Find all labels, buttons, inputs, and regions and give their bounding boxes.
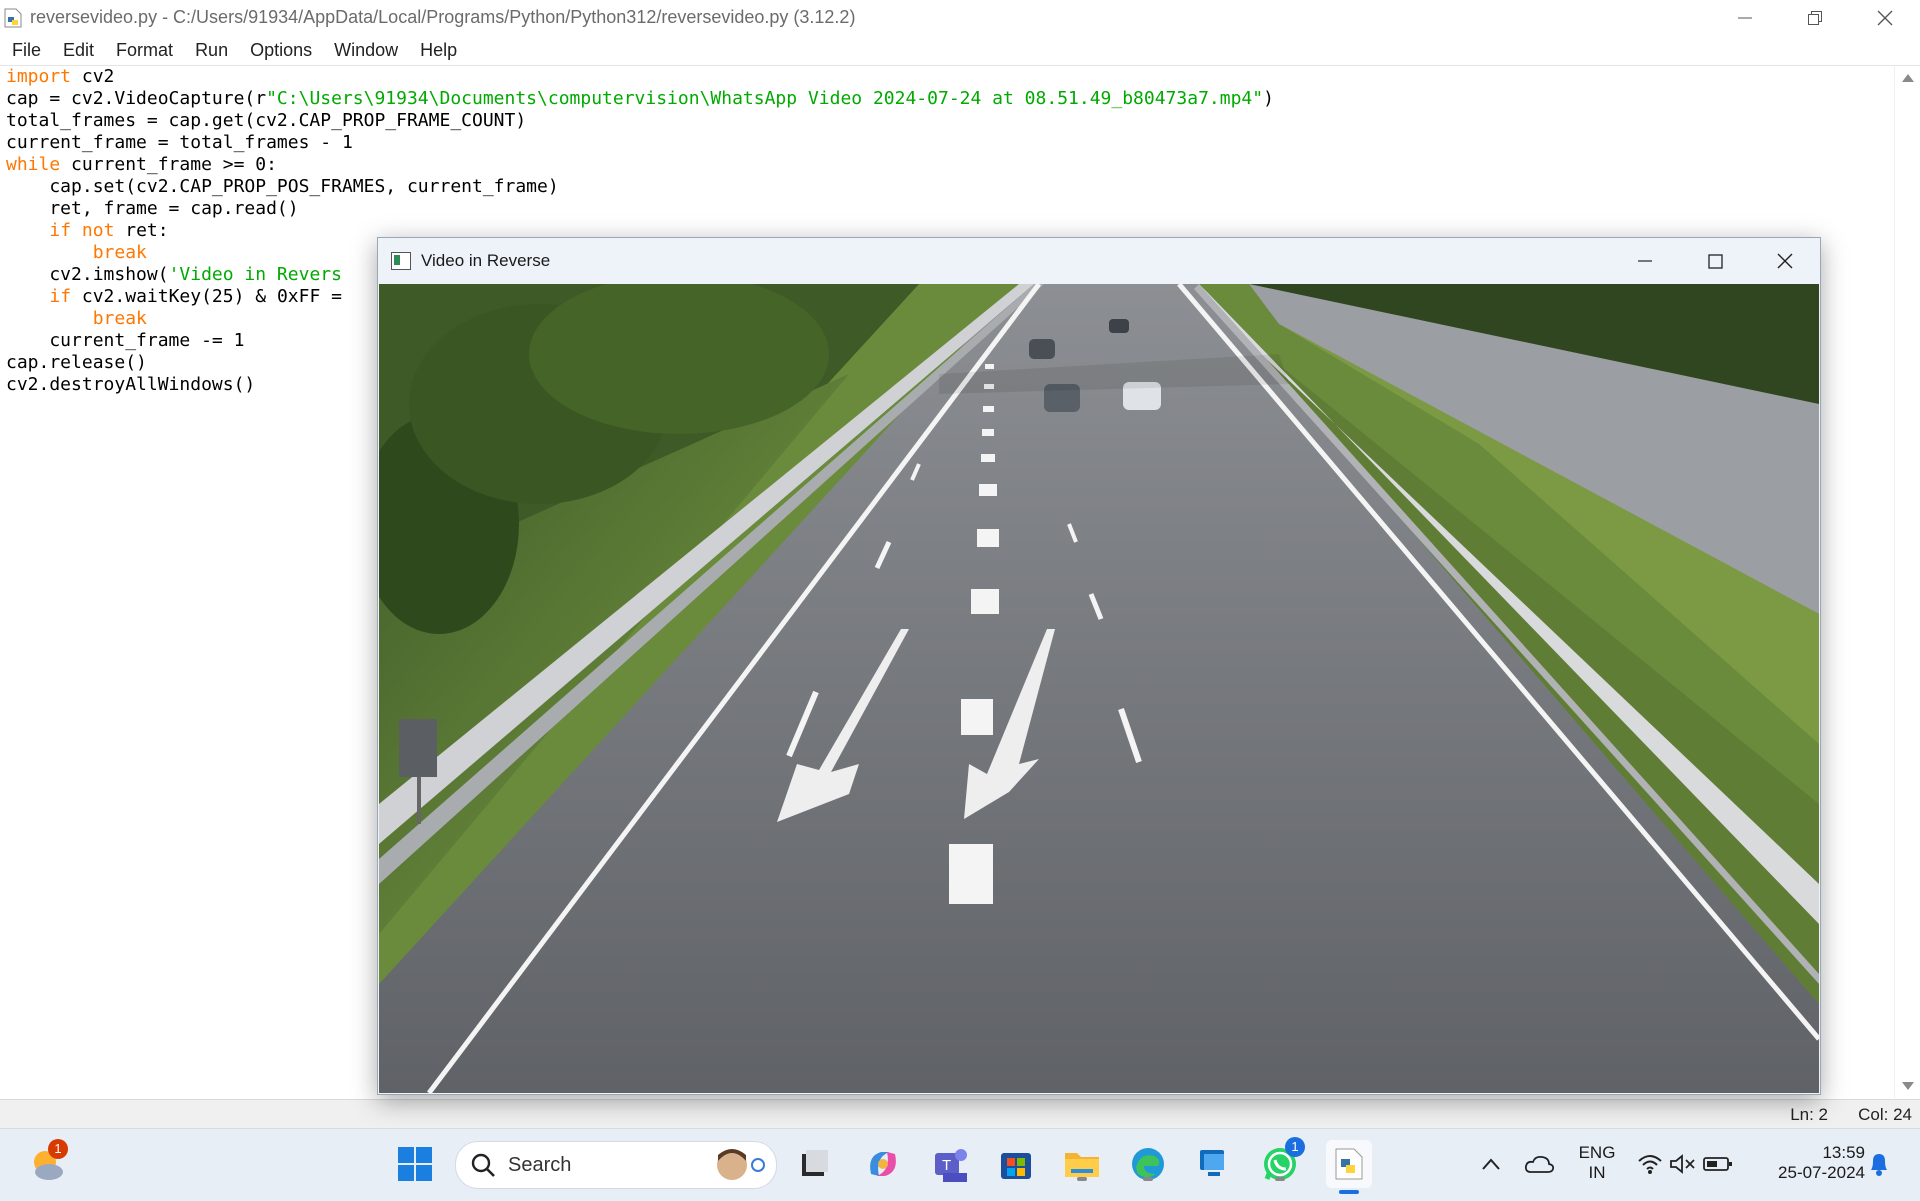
teams-button[interactable]: T xyxy=(928,1143,970,1185)
video-maximize-button[interactable] xyxy=(1680,238,1750,284)
language-code: ENG xyxy=(1578,1143,1616,1162)
minimize-button[interactable] xyxy=(1710,0,1780,35)
status-column: Col: 24 xyxy=(1858,1105,1912,1124)
taskbar-search-box[interactable]: Search xyxy=(455,1141,777,1189)
search-highlight-icon xyxy=(717,1149,765,1180)
python-file-icon xyxy=(4,8,22,28)
video-close-button[interactable] xyxy=(1750,238,1820,284)
clock-time: 13:59 xyxy=(1822,1143,1865,1162)
status-line: Ln: 2 xyxy=(1790,1105,1828,1124)
menu-options[interactable]: Options xyxy=(239,40,323,61)
menu-bar: File Edit Format Run Options Window Help xyxy=(0,35,1920,66)
edge-button[interactable] xyxy=(1127,1143,1169,1185)
code-line: cv2.destroyAllWindows() xyxy=(6,374,256,395)
copilot-icon xyxy=(870,1152,896,1176)
maximize-icon xyxy=(1707,253,1723,269)
clock[interactable]: 13:59 25-07-2024 xyxy=(1755,1143,1865,1183)
clock-date: 25-07-2024 xyxy=(1778,1163,1865,1182)
code-line: while current_frame >= 0: xyxy=(6,154,277,175)
folder-icon xyxy=(1065,1153,1099,1177)
taskbar: 1 Search T 1 ENG IN 13:59 25-07-2024 xyxy=(0,1128,1920,1201)
restore-icon xyxy=(1808,10,1822,25)
remote-app-button[interactable] xyxy=(1193,1143,1235,1185)
onedrive-button[interactable] xyxy=(1518,1143,1560,1185)
code-line: if cv2.waitKey(25) & 0xFF = xyxy=(49,286,342,307)
close-icon xyxy=(1777,253,1793,269)
code-line: if not ret: xyxy=(49,220,169,241)
python-idle-icon xyxy=(1335,1148,1363,1180)
running-indicator xyxy=(1143,1177,1153,1181)
close-icon xyxy=(1877,10,1893,25)
minimize-icon xyxy=(1738,17,1752,18)
menu-format[interactable]: Format xyxy=(105,40,184,61)
code-line: total_frames = cap.get(cv2.CAP_PROP_FRAM… xyxy=(6,110,527,131)
code-line: break xyxy=(92,308,147,329)
menu-help[interactable]: Help xyxy=(409,40,468,61)
quick-settings-button[interactable] xyxy=(1630,1143,1740,1185)
store-icon xyxy=(1001,1153,1031,1179)
vertical-scrollbar[interactable] xyxy=(1894,66,1920,1098)
menu-file[interactable]: File xyxy=(0,40,52,61)
language-indicator[interactable]: ENG IN xyxy=(1575,1143,1619,1183)
search-placeholder: Search xyxy=(508,1153,572,1176)
menu-run[interactable]: Run xyxy=(184,40,239,61)
video-window[interactable]: Video in Reverse xyxy=(377,237,1821,1095)
active-indicator xyxy=(1339,1190,1359,1194)
phone-link-icon xyxy=(1200,1150,1224,1176)
menu-window[interactable]: Window xyxy=(323,40,409,61)
close-button[interactable] xyxy=(1850,0,1920,35)
idle-python-button[interactable] xyxy=(1326,1140,1372,1194)
opencv-window-icon xyxy=(391,252,411,270)
weather-widget[interactable]: 1 xyxy=(26,1139,68,1185)
cloud-icon xyxy=(1524,1155,1554,1173)
whatsapp-badge: 1 xyxy=(1285,1137,1305,1157)
bell-icon xyxy=(1871,1154,1887,1176)
code-line: import cv2 xyxy=(6,66,115,87)
chevron-up-icon xyxy=(1482,1158,1500,1170)
code-line: cap = cv2.VideoCapture(r"C:\Users\91934\… xyxy=(6,88,1274,109)
video-minimize-button[interactable] xyxy=(1610,238,1680,284)
scroll-up-arrow-icon[interactable] xyxy=(1902,74,1914,82)
running-indicator xyxy=(1077,1177,1087,1181)
code-line: cv2.imshow('Video in Revers xyxy=(6,264,342,285)
code-line: current_frame = total_frames - 1 xyxy=(6,132,353,153)
windows-logo-icon xyxy=(398,1147,432,1181)
code-line: cap.set(cv2.CAP_PROP_POS_FRAMES, current… xyxy=(6,176,559,197)
video-window-title: Video in Reverse xyxy=(421,251,551,270)
video-window-title-bar[interactable]: Video in Reverse xyxy=(378,238,1820,284)
video-frame xyxy=(379,284,1819,1093)
code-line: break xyxy=(92,242,147,263)
scroll-down-arrow-icon[interactable] xyxy=(1902,1082,1914,1090)
code-line: cap.release() xyxy=(6,352,147,373)
whatsapp-button[interactable]: 1 xyxy=(1259,1137,1305,1185)
running-indicator xyxy=(1275,1177,1285,1181)
start-button[interactable] xyxy=(394,1143,436,1185)
idle-title-bar: reversevideo.py - C:/Users/91934/AppData… xyxy=(0,0,1920,35)
svg-text:T: T xyxy=(942,1157,951,1174)
menu-edit[interactable]: Edit xyxy=(52,40,105,61)
speaker-muted-icon xyxy=(1670,1154,1695,1174)
highway-video-frame-image xyxy=(379,284,1819,1093)
code-line: current_frame -= 1 xyxy=(6,330,245,351)
minimize-icon xyxy=(1638,260,1652,262)
task-view-button[interactable] xyxy=(793,1143,835,1185)
region-code: IN xyxy=(1588,1163,1606,1182)
microsoft-store-button[interactable] xyxy=(995,1143,1037,1185)
file-explorer-button[interactable] xyxy=(1061,1143,1103,1185)
wifi-icon xyxy=(1638,1155,1662,1174)
copilot-button[interactable] xyxy=(862,1143,904,1185)
teams-icon: T xyxy=(935,1149,967,1182)
status-bar: Ln: 2 Col: 24 xyxy=(0,1099,1920,1129)
show-hidden-icons-button[interactable] xyxy=(1470,1143,1512,1185)
code-line: ret, frame = cap.read() xyxy=(6,198,299,219)
window-title: reversevideo.py - C:/Users/91934/AppData… xyxy=(30,7,856,27)
weather-badge: 1 xyxy=(48,1139,68,1159)
battery-icon xyxy=(1703,1157,1732,1171)
notification-button[interactable] xyxy=(1858,1143,1900,1185)
restore-button[interactable] xyxy=(1780,0,1850,35)
search-icon xyxy=(471,1153,495,1177)
task-view-icon xyxy=(802,1150,828,1176)
